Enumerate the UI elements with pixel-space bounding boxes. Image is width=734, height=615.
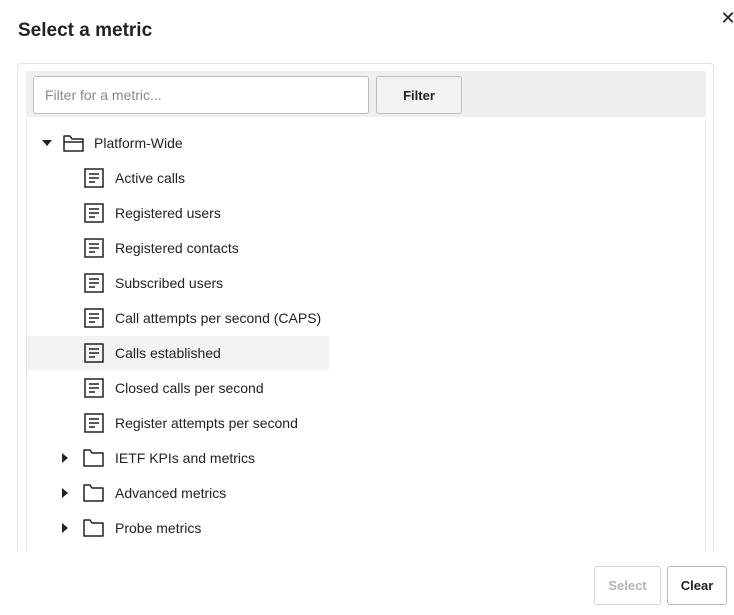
folder-icon (83, 449, 104, 467)
document-icon (84, 168, 104, 188)
tree-metric-label: Subscribed users (115, 275, 224, 291)
tree-metric-closed-calls[interactable]: Closed calls per second (27, 371, 329, 405)
document-icon (84, 203, 104, 223)
caret-right-icon[interactable] (59, 522, 71, 534)
tree-folder-label: Platform-Wide (94, 135, 183, 151)
document-icon (84, 308, 104, 328)
select-button[interactable]: Select (594, 566, 661, 605)
folder-open-icon (63, 135, 84, 152)
tree-metric-label: Closed calls per second (115, 380, 264, 396)
caret-down-icon[interactable] (41, 137, 53, 149)
tree-folder-ietf-kpis[interactable]: IETF KPIs and metrics (27, 441, 329, 475)
tree-metric-active-calls[interactable]: Active calls (27, 161, 329, 195)
document-icon (84, 238, 104, 258)
filter-input[interactable] (33, 76, 369, 114)
tree-metric-register-attempts[interactable]: Register attempts per second (27, 406, 329, 440)
document-icon (84, 378, 104, 398)
caret-right-icon[interactable] (59, 452, 71, 464)
filter-button[interactable]: Filter (376, 76, 462, 114)
document-icon (84, 273, 104, 293)
tree-folder-advanced-metrics[interactable]: Advanced metrics (27, 476, 329, 510)
tree-metric-calls-established[interactable]: Calls established (27, 336, 329, 370)
tree-folder-label: IETF KPIs and metrics (115, 450, 256, 466)
filter-bar: Filter (26, 71, 706, 117)
tree-metric-caps[interactable]: Call attempts per second (CAPS) (27, 301, 329, 335)
tree-metric-registered-contacts[interactable]: Registered contacts (27, 231, 329, 265)
dialog-title: Select a metric (18, 20, 153, 41)
caret-right-icon[interactable] (59, 487, 71, 499)
document-icon (84, 343, 104, 363)
tree-folder-label: Probe metrics (115, 520, 202, 536)
folder-icon (83, 519, 104, 537)
metric-tree: Platform-Wide Active calls Registered us… (26, 118, 706, 552)
tree-folder-label: Advanced metrics (115, 485, 227, 501)
folder-icon (83, 484, 104, 502)
tree-metric-subscribed-users[interactable]: Subscribed users (27, 266, 329, 300)
close-icon[interactable]: ✕ (718, 9, 734, 29)
document-icon (84, 413, 104, 433)
tree-metric-label: Registered contacts (115, 240, 239, 256)
clear-button[interactable]: Clear (667, 566, 727, 605)
tree-metric-label: Calls established (115, 345, 221, 361)
tree-metric-registered-users[interactable]: Registered users (27, 196, 329, 230)
tree-folder-platform-wide[interactable]: Platform-Wide (27, 126, 687, 160)
tree-metric-label: Register attempts per second (115, 415, 298, 431)
tree-metric-label: Registered users (115, 205, 221, 221)
tree-metric-label: Active calls (115, 170, 186, 186)
tree-metric-label: Call attempts per second (CAPS) (115, 310, 322, 326)
metric-panel: Filter Platform-Wide Active calls (17, 63, 714, 552)
tree-folder-probe-metrics[interactable]: Probe metrics (27, 511, 329, 545)
